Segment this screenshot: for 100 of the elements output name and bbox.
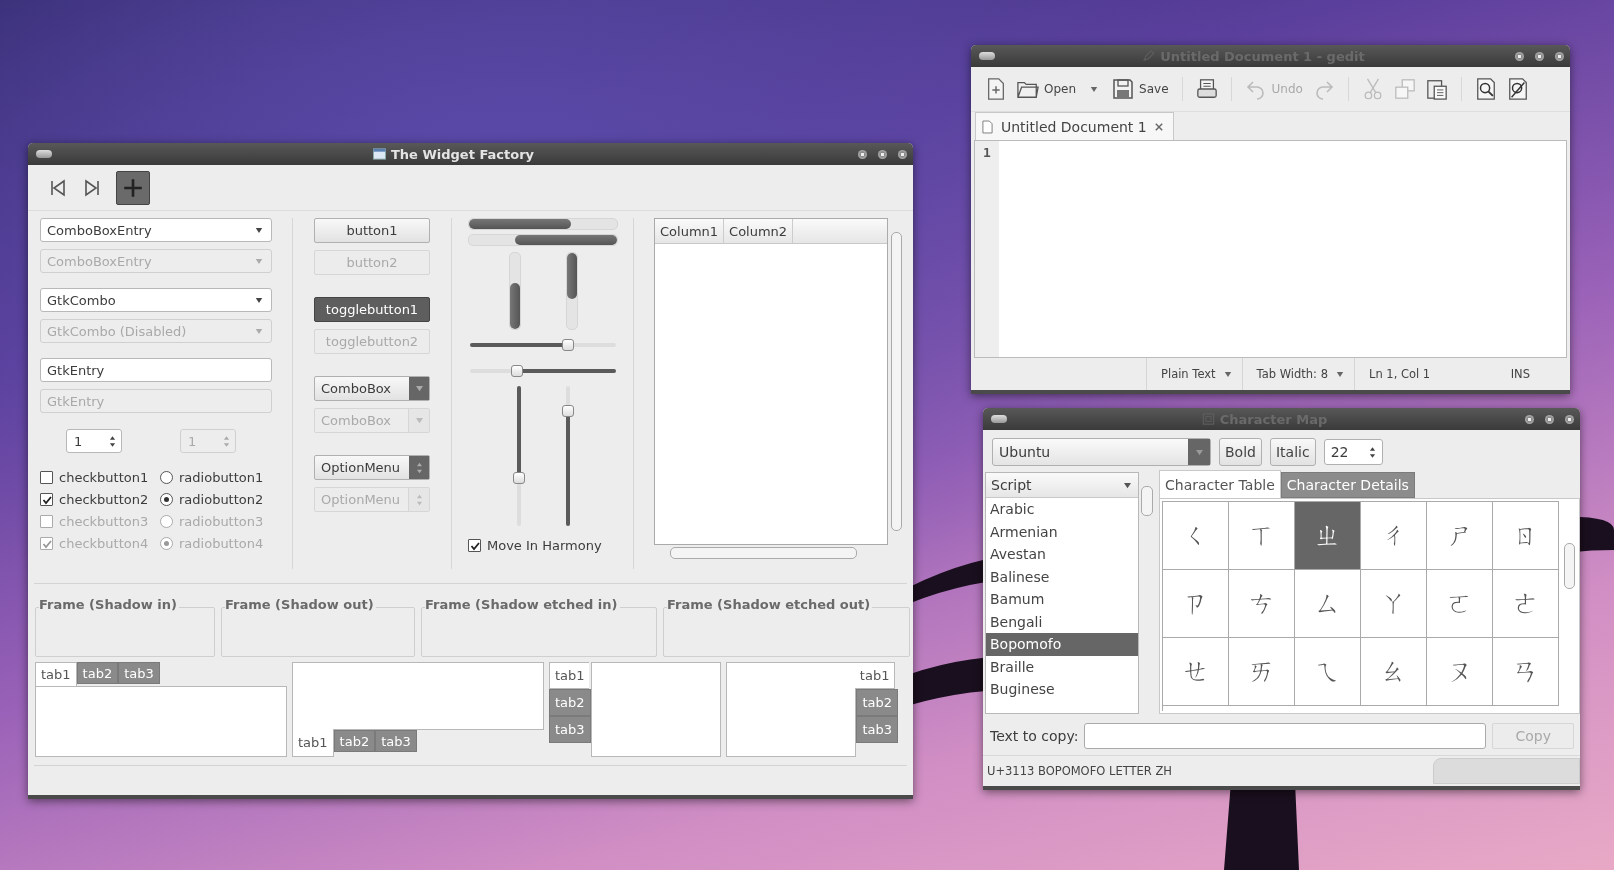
script-list-item[interactable]: Avestan: [986, 543, 1138, 566]
tab[interactable]: tab1: [35, 662, 77, 687]
slider-thumb[interactable]: [561, 339, 574, 351]
frame-label: Frame (Shadow out): [225, 597, 376, 612]
clipboard-icon[interactable]: [1425, 78, 1448, 100]
window-control-button[interactable]: [878, 149, 887, 159]
script-list-item[interactable]: Armenian: [986, 520, 1138, 543]
document-tab[interactable]: Untitled Document 1: [975, 112, 1174, 140]
slider-thumb[interactable]: [561, 405, 574, 418]
window-control-button[interactable]: [1515, 51, 1524, 61]
window-control-button[interactable]: [1565, 414, 1574, 424]
window-control-button[interactable]: [1535, 51, 1544, 61]
spin-arrows-icon: [223, 434, 230, 448]
character-cell[interactable]: ㄕ: [1427, 502, 1493, 570]
window-control-button[interactable]: [858, 149, 867, 159]
checkbox-label: Move In Harmony: [487, 538, 602, 553]
character-cell[interactable]: ㄞ: [1229, 638, 1295, 706]
script-list-item[interactable]: Braille: [986, 655, 1138, 678]
character-cell[interactable]: ㄠ: [1361, 638, 1427, 706]
checkbox[interactable]: [468, 539, 481, 552]
bold-toggle-button[interactable]: Bold: [1219, 438, 1262, 466]
status-text: U+3113 BOPOMOFO LETTER ZH: [987, 764, 1172, 778]
window-icon: [372, 148, 386, 160]
character-cell[interactable]: ㄡ: [1427, 638, 1493, 706]
skip-back-icon[interactable]: [48, 177, 68, 198]
character-cell[interactable]: ㄢ: [1493, 638, 1559, 706]
slider-thumb[interactable]: [512, 472, 525, 485]
column-header[interactable]: Column2: [724, 219, 794, 243]
script-list-item[interactable]: Arabic: [986, 498, 1138, 521]
character-cell[interactable]: ㄓ: [1295, 502, 1361, 570]
radio-button[interactable]: [160, 493, 173, 506]
character-cell[interactable]: ㄚ: [1361, 570, 1427, 638]
character-cell[interactable]: ㄑ: [1163, 502, 1229, 570]
push-button[interactable]: button1: [314, 218, 430, 243]
skip-forward-icon[interactable]: [82, 177, 102, 198]
spin-arrows-icon: [1368, 445, 1376, 459]
italic-toggle-button[interactable]: Italic: [1269, 438, 1316, 466]
close-icon[interactable]: [1154, 122, 1163, 131]
combo-box-field[interactable]: ComboBoxEntry: [40, 218, 272, 242]
character-cell[interactable]: ㄖ: [1493, 502, 1559, 570]
script-list-item[interactable]: Bengali: [986, 610, 1138, 633]
window-icon: [1201, 413, 1215, 425]
window-control-button[interactable]: [1555, 51, 1564, 61]
radio-button[interactable]: [160, 471, 173, 484]
combo-box[interactable]: ComboBox: [314, 376, 430, 401]
window-menu-button[interactable]: [979, 52, 995, 60]
status-dropdown[interactable]: Plain Text: [1146, 358, 1242, 390]
save-button[interactable]: Save: [1112, 78, 1169, 100]
pencil-icon: [1142, 50, 1156, 62]
toggle-button[interactable]: togglebutton1: [314, 297, 430, 322]
text-field[interactable]: GtkEntry: [40, 358, 272, 382]
find-replace-icon[interactable]: [1506, 78, 1529, 100]
text-to-copy-field[interactable]: [1084, 723, 1487, 749]
character-cell[interactable]: ㄟ: [1295, 638, 1361, 706]
slider-thumb[interactable]: [510, 365, 523, 377]
script-list-item[interactable]: Buginese: [986, 678, 1138, 701]
script-list-item[interactable]: Bamum: [986, 588, 1138, 611]
list-header[interactable]: Script: [986, 473, 1138, 498]
frame-label: Frame (Shadow etched in): [425, 597, 620, 612]
checkbox[interactable]: [40, 471, 53, 484]
tab[interactable]: Character Table: [1159, 470, 1281, 498]
window-menu-button[interactable]: [991, 415, 1007, 423]
character-cell[interactable]: ㄒ: [1229, 502, 1295, 570]
add-toggle-button[interactable]: [116, 170, 150, 205]
column-header[interactable]: Column1: [655, 219, 725, 243]
spin-button[interactable]: 1: [66, 429, 122, 453]
character-cell[interactable]: ㄗ: [1163, 570, 1229, 638]
character-cell[interactable]: ㄝ: [1163, 638, 1229, 706]
caret-icon[interactable]: [1090, 85, 1099, 93]
window-menu-button[interactable]: [36, 150, 52, 158]
combo-box-field[interactable]: GtkCombo: [40, 288, 272, 312]
checkbox[interactable]: [40, 493, 53, 506]
tab[interactable]: tab1: [855, 662, 896, 689]
option-menu[interactable]: OptionMenu: [314, 455, 430, 480]
character-cell[interactable]: ㄙ: [1295, 570, 1361, 638]
open-button[interactable]: Open: [1017, 78, 1077, 100]
printer-icon[interactable]: [1195, 78, 1218, 100]
text-to-copy-label: Text to copy:: [990, 728, 1079, 744]
checkbox-label: checkbutton2: [59, 492, 149, 507]
status-text: Ln 1, Col 1: [1353, 358, 1431, 390]
font-size-spin-button[interactable]: 22: [1323, 439, 1383, 465]
window-control-button[interactable]: [1545, 414, 1554, 424]
new-document-icon[interactable]: [985, 78, 1007, 100]
script-list-item[interactable]: Balinese: [986, 565, 1138, 588]
tab[interactable]: tab1: [292, 729, 334, 757]
character-cell[interactable]: ㄔ: [1361, 502, 1427, 570]
caret-icon: [255, 257, 263, 265]
character-cell[interactable]: ㄜ: [1493, 570, 1559, 638]
font-combo-box[interactable]: Ubuntu: [992, 438, 1211, 466]
script-list-item[interactable]: Bopomofo: [986, 633, 1138, 656]
character-cell[interactable]: ㄛ: [1427, 570, 1493, 638]
status-text: INS: [1509, 366, 1530, 383]
status-dropdown[interactable]: Tab Width: 8: [1241, 358, 1354, 390]
window-control-button[interactable]: [1525, 414, 1534, 424]
text-editor[interactable]: 1: [974, 140, 1567, 358]
character-cell[interactable]: ㄘ: [1229, 570, 1295, 638]
tab[interactable]: tab1: [549, 662, 589, 689]
search-icon[interactable]: [1474, 78, 1497, 100]
window-control-button[interactable]: [898, 149, 907, 159]
checkbox-label: checkbutton4: [59, 536, 149, 551]
